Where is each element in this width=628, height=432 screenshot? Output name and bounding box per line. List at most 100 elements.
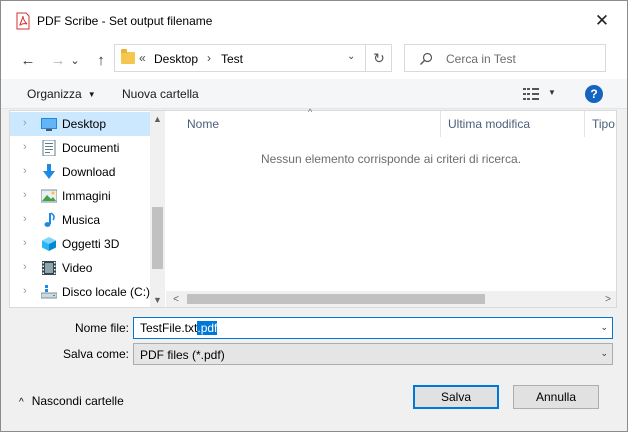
sidebar-item-3d-objects[interactable]: › Oggetti 3D <box>10 232 150 256</box>
browser-area: › Desktop › Documenti › Download › Immag… <box>9 107 617 308</box>
command-bar: Organizza ▼ Nuova cartella ▼ ? <box>1 79 627 109</box>
sidebar-item-download[interactable]: › Download <box>10 160 150 184</box>
chevron-down-icon[interactable]: ⌄ <box>600 348 608 359</box>
local-disk-icon <box>41 285 57 299</box>
sidebar-item-documents[interactable]: › Documenti <box>10 136 150 160</box>
up-arrow-icon: ↑ <box>97 51 105 69</box>
expand-chevron-icon[interactable]: › <box>23 189 27 201</box>
breadcrumb-test[interactable]: Test <box>221 52 243 66</box>
column-header-modified[interactable]: Ultima modifica <box>448 117 530 131</box>
expand-chevron-icon[interactable]: › <box>23 261 27 273</box>
up-button[interactable]: ↑ <box>89 48 113 72</box>
expand-chevron-icon[interactable]: › <box>23 117 27 129</box>
file-list: ^ Nome Ultima modifica Tipo Nessun eleme… <box>166 107 616 307</box>
chevron-down-icon: ⌄ <box>70 54 80 67</box>
forward-button[interactable]: → <box>46 48 70 72</box>
recent-locations-button[interactable]: ⌄ <box>68 48 82 72</box>
chevron-down-icon[interactable]: ⌄ <box>600 322 608 333</box>
scroll-right-icon[interactable]: > <box>600 291 616 307</box>
address-bar[interactable]: « Desktop › Test ⌄ ↻ <box>114 44 392 72</box>
cancel-button[interactable]: Annulla <box>513 385 599 409</box>
sidebar-item-label: Download <box>62 165 116 179</box>
pdf-app-icon <box>16 12 30 30</box>
save-dialog: PDF Scribe - Set output filename ✕ ← → ⌄… <box>0 0 628 432</box>
scroll-down-icon[interactable]: ▼ <box>150 292 165 307</box>
hide-folders-label: Nascondi cartelle <box>31 394 124 408</box>
hide-folders-toggle[interactable]: ^ Nascondi cartelle <box>19 394 124 408</box>
save-button[interactable]: Salva <box>413 385 499 409</box>
expand-chevron-icon[interactable]: › <box>23 141 27 153</box>
sidebar-item-desktop[interactable]: › Desktop <box>10 112 150 136</box>
filename-label: Nome file: <box>74 321 129 335</box>
scroll-up-icon[interactable]: ▲ <box>150 111 165 126</box>
sidebar-item-label: Immagini <box>62 189 111 203</box>
sidebar-scrollbar[interactable]: ▲ ▼ <box>150 111 165 307</box>
refresh-icon: ↻ <box>373 49 385 66</box>
expand-chevron-icon[interactable]: › <box>23 237 27 249</box>
close-icon: ✕ <box>594 11 610 30</box>
sidebar-item-label: Disco locale (C:) <box>62 285 151 299</box>
scroll-left-icon[interactable]: < <box>168 291 184 307</box>
music-icon <box>44 212 55 227</box>
forward-arrow-icon: → <box>50 51 66 69</box>
view-dropdown-icon[interactable]: ▼ <box>548 88 556 97</box>
refresh-button[interactable]: ↻ <box>369 49 389 67</box>
view-options-icon[interactable] <box>523 88 539 100</box>
search-icon <box>420 52 433 65</box>
sidebar-item-label: Documenti <box>62 141 120 155</box>
caret-down-icon: ▼ <box>87 90 96 99</box>
expand-chevron-icon[interactable]: › <box>23 213 27 225</box>
breadcrumb-overflow-icon[interactable]: « <box>139 51 146 65</box>
back-button[interactable]: ← <box>16 48 40 72</box>
organize-label: Organizza <box>27 87 82 101</box>
breadcrumb-separator-icon[interactable]: › <box>207 51 211 65</box>
sort-ascending-icon: ^ <box>308 107 313 117</box>
expand-chevron-icon[interactable]: › <box>23 285 27 297</box>
new-folder-button[interactable]: Nuova cartella <box>122 87 199 101</box>
address-divider <box>365 45 366 71</box>
objects-3d-icon <box>42 237 56 251</box>
sidebar-item-local-disk[interactable]: › Disco locale (C:) <box>10 280 150 304</box>
filename-selected-text: .pdf <box>197 321 218 335</box>
chevron-up-icon: ^ <box>19 397 24 408</box>
column-header-name[interactable]: Nome <box>187 117 219 131</box>
filetype-select[interactable]: PDF files (*.pdf) ⌄ <box>133 343 613 365</box>
help-icon[interactable]: ? <box>585 85 603 103</box>
column-header-type[interactable]: Tipo <box>592 117 615 131</box>
organize-button[interactable]: Organizza ▼ <box>27 87 96 101</box>
download-icon <box>43 164 55 179</box>
sidebar-item-video[interactable]: › Video <box>10 256 150 280</box>
video-icon <box>42 261 56 275</box>
navigation-bar: ← → ⌄ ↑ « Desktop › Test ⌄ ↻ Cerca in Te… <box>1 41 627 79</box>
horizontal-scrollbar[interactable]: < > <box>166 291 616 307</box>
close-button[interactable]: ✕ <box>589 9 615 33</box>
sidebar-item-pictures[interactable]: › Immagini <box>10 184 150 208</box>
scrollbar-thumb[interactable] <box>152 207 163 269</box>
pictures-icon <box>41 189 57 203</box>
empty-folder-message: Nessun elemento corrisponde ai criteri d… <box>260 152 522 166</box>
column-divider[interactable] <box>584 111 585 137</box>
window-title: PDF Scribe - Set output filename <box>37 14 213 28</box>
search-input[interactable]: Cerca in Test <box>446 52 516 66</box>
filename-base-text: TestFile.txt <box>140 321 198 335</box>
navigation-pane: › Desktop › Documenti › Download › Immag… <box>10 111 165 307</box>
search-box[interactable]: Cerca in Test <box>404 44 606 72</box>
column-divider[interactable] <box>440 111 441 137</box>
filename-value: TestFile.txt.pdf <box>140 321 218 335</box>
sidebar-item-label: Video <box>62 261 93 275</box>
sidebar-item-label: Desktop <box>62 117 107 131</box>
scrollbar-thumb[interactable] <box>187 294 485 304</box>
breadcrumb-desktop[interactable]: Desktop <box>154 52 198 66</box>
filetype-value: PDF files (*.pdf) <box>140 348 225 362</box>
folder-icon <box>121 49 135 64</box>
expand-chevron-icon[interactable]: › <box>23 165 27 177</box>
address-dropdown-icon[interactable]: ⌄ <box>347 51 355 62</box>
filename-field[interactable]: TestFile.txt.pdf ⌄ <box>133 317 613 339</box>
filetype-label: Salva come: <box>62 347 129 361</box>
sidebar-item-label: Musica <box>62 213 101 227</box>
documents-icon <box>42 140 56 156</box>
desktop-icon <box>41 118 57 131</box>
back-arrow-icon: ← <box>20 51 36 69</box>
sidebar-item-label: Oggetti 3D <box>62 237 120 251</box>
sidebar-item-music[interactable]: › Musica <box>10 208 150 232</box>
